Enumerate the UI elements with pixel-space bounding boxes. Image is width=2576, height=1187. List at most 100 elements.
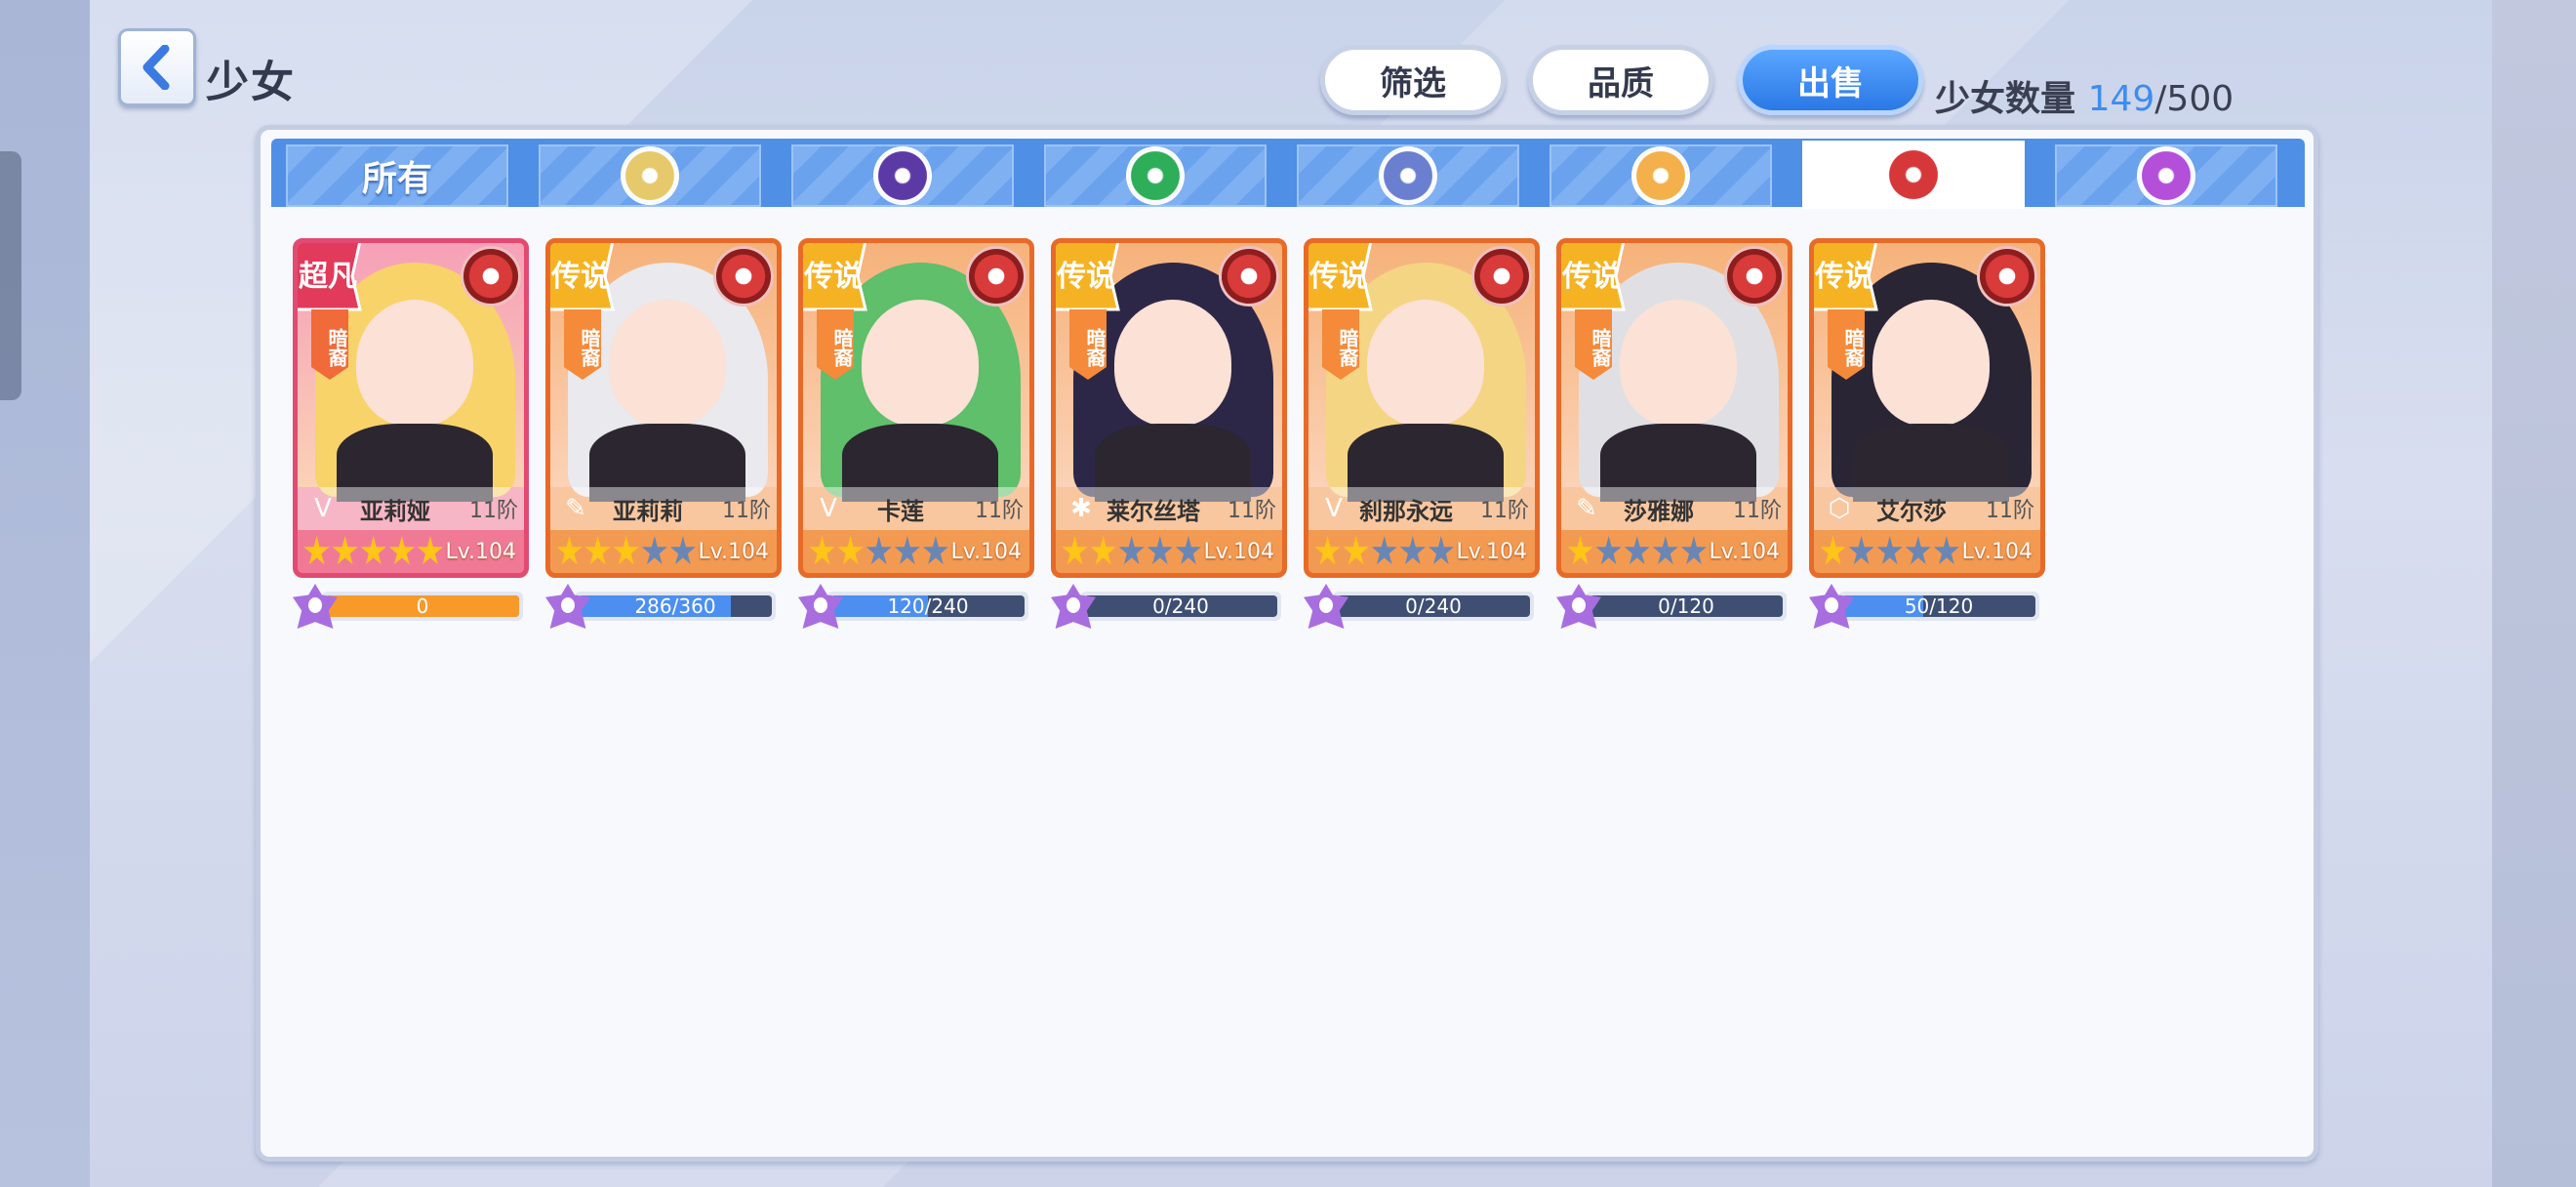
level-label: Lv.104 — [445, 539, 517, 564]
tab-sun-faction[interactable] — [1550, 144, 1772, 207]
girl-card[interactable]: 传说 暗裔 ✎ 亚莉莉 11阶 Lv.104 — [545, 238, 782, 578]
girl-card[interactable]: 超凡 暗裔 V 亚莉娅 11阶 Lv.104 — [293, 238, 529, 578]
star-icon — [613, 536, 639, 565]
star-rating: Lv.104 — [550, 530, 777, 573]
shard-progress: 50/120 — [1809, 584, 2045, 629]
stage-label: 11阶 — [1228, 499, 1276, 523]
name-bar: V 卡莲 11阶 — [803, 487, 1029, 530]
rank-label: 传说 — [1561, 260, 1621, 294]
sun-faction-icon — [1633, 148, 1688, 203]
tab-nature-faction[interactable] — [1044, 144, 1267, 207]
progress-bar: 120/240 — [831, 595, 1025, 617]
tab-dark-purple-faction[interactable] — [791, 144, 1014, 207]
portrait-face — [1620, 300, 1737, 427]
progress-bar: 286/360 — [579, 595, 772, 617]
star-icon — [1399, 536, 1426, 565]
star-icon — [1680, 536, 1707, 565]
character-name: 艾尔莎 — [1876, 497, 1947, 525]
filter-button[interactable]: 筛选 — [1320, 45, 1506, 115]
name-bar: ⬡ 艾尔莎 11阶 — [1814, 487, 2040, 530]
star-icon — [1933, 536, 1959, 565]
rank-badge-icon: 传说 — [803, 243, 867, 311]
star-icon — [865, 536, 892, 565]
girl-card[interactable]: 传说 暗裔 V 刹那永远 11阶 Lv.104 — [1304, 238, 1540, 578]
progress-track: 0/120 — [1586, 592, 1787, 621]
fire-faction-icon — [1886, 147, 1941, 202]
element-tag: 暗裔 — [1575, 309, 1612, 380]
character-name: 亚莉莉 — [613, 497, 683, 525]
chevron-left-icon — [142, 45, 170, 90]
fire-faction-icon — [1474, 249, 1529, 304]
tab-fire-faction[interactable] — [1802, 141, 2025, 209]
level-label: Lv.104 — [950, 539, 1023, 564]
star-icon — [1175, 536, 1201, 565]
progress-text: 286/360 — [634, 595, 716, 617]
rank-label: 传说 — [803, 260, 863, 294]
progress-track: 0/240 — [1080, 592, 1281, 621]
fire-faction-icon — [716, 249, 771, 304]
girl-card[interactable]: 传说 暗裔 ✎ 莎雅娜 11阶 Lv.104 — [1556, 238, 1792, 578]
light-faction-icon — [623, 148, 677, 203]
star-icon — [922, 536, 948, 565]
shard-progress: 0/240 — [1304, 584, 1540, 629]
shard-progress: 0/120 — [1556, 584, 1792, 629]
fire-faction-icon — [1980, 249, 2034, 304]
name-bar: V 刹那永远 11阶 — [1308, 487, 1535, 530]
portrait-face — [1367, 300, 1484, 427]
character-name: 亚莉娅 — [360, 497, 430, 525]
wing-class-icon: V — [820, 494, 837, 523]
side-drawer-handle[interactable] — [0, 151, 21, 400]
progress-text: 120/240 — [887, 595, 969, 617]
star-rating: Lv.104 — [1308, 530, 1535, 573]
level-label: Lv.104 — [1709, 539, 1781, 564]
element-tag: 暗裔 — [817, 309, 854, 380]
element-tag: 暗裔 — [564, 309, 601, 380]
girl-card[interactable]: 传说 暗裔 ✱ 莱尔丝塔 11阶 Lv.104 — [1051, 238, 1287, 578]
tab-all[interactable]: 所有 — [286, 144, 508, 207]
rank-badge-icon: 传说 — [1814, 243, 1878, 311]
dark-purple-faction-icon — [875, 148, 930, 203]
shard-progress: 0/240 — [1051, 584, 1287, 629]
girl-card[interactable]: 传说 暗裔 V 卡莲 11阶 Lv.104 — [798, 238, 1034, 578]
machine-faction-icon — [1381, 148, 1435, 203]
nature-faction-icon — [1128, 148, 1183, 203]
tab-light-faction[interactable] — [539, 144, 761, 207]
star-icon — [360, 536, 386, 565]
tab-machine-faction[interactable] — [1297, 144, 1519, 207]
progress-track: 50/120 — [1838, 592, 2039, 621]
star-icon — [1314, 536, 1341, 565]
progress-text: 0/120 — [1658, 595, 1714, 617]
shard-gem-icon — [1304, 584, 1348, 629]
portrait-face — [609, 300, 726, 427]
fire-faction-icon — [1222, 249, 1276, 304]
star-icon — [894, 536, 920, 565]
quill-class-icon: ✎ — [565, 494, 586, 523]
character-name: 莎雅娜 — [1624, 497, 1694, 525]
shield-class-icon: ⬡ — [1828, 494, 1851, 523]
sell-button[interactable]: 出售 — [1738, 45, 1923, 115]
wing-class-icon: V — [1325, 494, 1343, 523]
star-icon — [1343, 536, 1369, 565]
count-current: 149 — [2087, 79, 2155, 119]
star-icon — [809, 536, 835, 565]
girl-card[interactable]: 传说 暗裔 ⬡ 艾尔莎 11阶 Lv.104 — [1809, 238, 2045, 578]
star-icon — [1062, 536, 1088, 565]
character-name: 卡莲 — [877, 497, 924, 525]
tab-swirl-faction[interactable] — [2055, 144, 2277, 207]
progress-text: 0/240 — [1405, 595, 1462, 617]
progress-text: 0 — [416, 595, 429, 617]
back-button[interactable] — [118, 28, 196, 106]
star-icon — [1876, 536, 1903, 565]
element-tag: 暗裔 — [1069, 309, 1107, 380]
rank-badge-icon: 超凡 — [298, 243, 362, 311]
level-label: Lv.104 — [1203, 539, 1275, 564]
portrait-face — [1114, 300, 1231, 427]
star-icon — [1624, 536, 1650, 565]
level-label: Lv.104 — [1961, 539, 2033, 564]
stage-label: 11阶 — [1480, 499, 1529, 523]
portrait-face — [1872, 300, 1990, 427]
quality-button[interactable]: 品质 — [1528, 45, 1713, 115]
star-icon — [1567, 536, 1593, 565]
star-icon — [1090, 536, 1116, 565]
rank-label: 超凡 — [299, 260, 357, 294]
